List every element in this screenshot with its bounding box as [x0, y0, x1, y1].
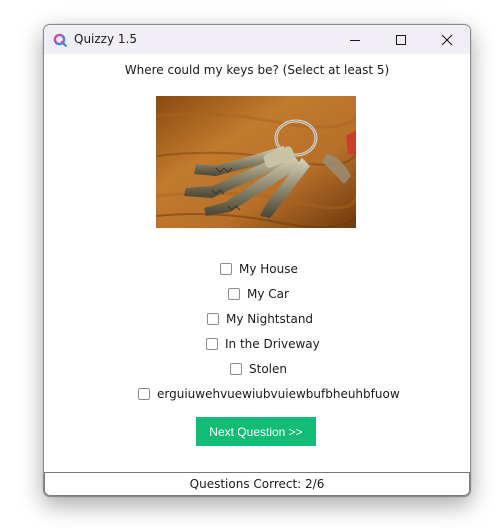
keys-photo: [156, 96, 356, 228]
maximize-button[interactable]: [378, 25, 424, 54]
option-my-house[interactable]: My House: [220, 261, 298, 277]
option-label: In the Driveway: [225, 337, 320, 351]
option-my-car[interactable]: My Car: [228, 286, 289, 302]
questions-correct-text: Questions Correct: 2/6: [189, 477, 325, 491]
option-checkbox[interactable]: [230, 363, 242, 375]
option-label: My Car: [247, 287, 289, 301]
option-checkbox[interactable]: [207, 313, 219, 325]
minimize-icon: [350, 40, 360, 41]
option-gibberish[interactable]: erguiuwehvuewiubvuiewbufbheuhbfuow: [138, 386, 400, 402]
option-in-the-driveway[interactable]: In the Driveway: [206, 336, 320, 352]
option-label: Stolen: [249, 362, 287, 376]
close-button[interactable]: [424, 25, 470, 54]
option-checkbox[interactable]: [220, 263, 232, 275]
status-bar: Questions Correct: 2/6: [44, 472, 470, 496]
quizzy-logo-icon: [53, 32, 68, 48]
maximize-icon: [396, 35, 406, 45]
option-checkbox[interactable]: [206, 338, 218, 350]
option-checkbox[interactable]: [228, 288, 240, 300]
close-icon: [441, 34, 453, 46]
title-bar[interactable]: Quizzy 1.5: [44, 25, 470, 54]
question-text: Where could my keys be? (Select at least…: [124, 63, 390, 77]
option-label: My Nightstand: [226, 312, 314, 326]
quizzy-window: Quizzy 1.5 Where could my keys be? (Sele…: [43, 24, 471, 497]
option-stolen[interactable]: Stolen: [230, 361, 287, 377]
option-checkbox[interactable]: [138, 388, 150, 400]
option-my-nightstand[interactable]: My Nightstand: [207, 311, 313, 327]
window-title: Quizzy 1.5: [74, 32, 137, 46]
minimize-button[interactable]: [332, 25, 378, 54]
option-label: erguiuwehvuewiubvuiewbufbheuhbfuow: [157, 387, 400, 401]
option-label: My House: [239, 262, 298, 276]
next-question-button[interactable]: Next Question >>: [196, 417, 316, 446]
